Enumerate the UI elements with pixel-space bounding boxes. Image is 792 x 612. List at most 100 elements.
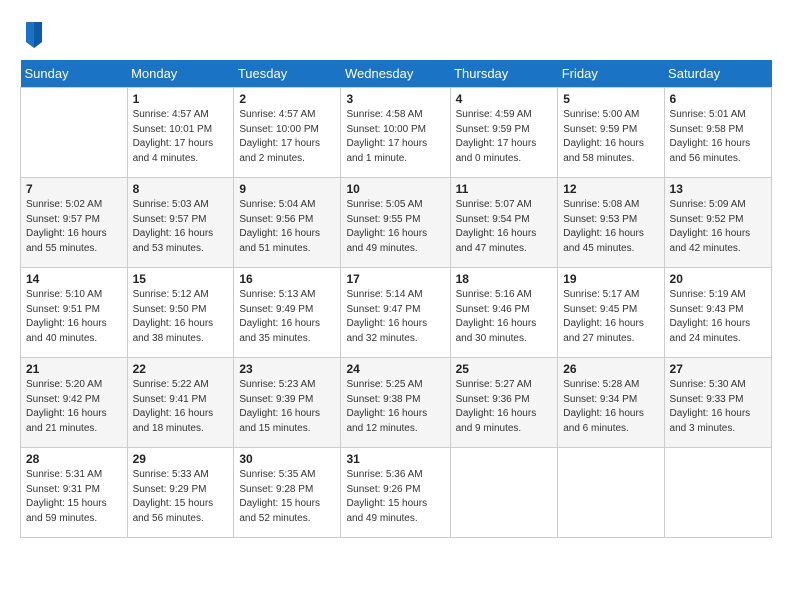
day-number: 16 bbox=[239, 272, 335, 286]
calendar-cell: 16 Sunrise: 5:13 AM Sunset: 9:49 PM Dayli… bbox=[234, 268, 341, 358]
day-info: Sunrise: 4:57 AM Sunset: 10:00 PM Daylig… bbox=[239, 108, 335, 166]
day-info: Sunrise: 5:27 AM Sunset: 9:36 PM Dayligh… bbox=[456, 378, 553, 436]
calendar-table: SundayMondayTuesdayWednesdayThursdayFrid… bbox=[20, 60, 772, 538]
calendar-week-row: 14Sunrise: 5:10 AM Sunset: 9:51 PM Dayli… bbox=[21, 268, 772, 358]
day-of-week-header: Friday bbox=[558, 60, 664, 88]
calendar-cell: 2Sunrise: 4:57 AM Sunset: 10:00 PM Dayli… bbox=[234, 88, 341, 178]
day-of-week-header: Wednesday bbox=[341, 60, 450, 88]
day-info: Sunrise: 5:33 AM Sunset: 9:29 PM Dayligh… bbox=[133, 468, 229, 526]
day-info: Sunrise: 5:03 AM Sunset: 9:57 PM Dayligh… bbox=[133, 198, 229, 256]
day-number: 24 bbox=[346, 362, 444, 376]
day-of-week-header: Saturday bbox=[664, 60, 771, 88]
calendar-week-row: 21 Sunrise: 5:20 AM Sunset: 9:42 PM Dayli… bbox=[21, 358, 772, 448]
calendar-cell: 20 Sunrise: 5:19 AM Sunset: 9:43 PM Dayli… bbox=[664, 268, 771, 358]
calendar-header-row: SundayMondayTuesdayWednesdayThursdayFrid… bbox=[21, 60, 772, 88]
day-number: 13 bbox=[670, 182, 766, 196]
day-number: 4 bbox=[456, 92, 553, 106]
day-number: 31 bbox=[346, 452, 444, 466]
day-of-week-header: Sunday bbox=[21, 60, 128, 88]
day-number: 19 bbox=[563, 272, 658, 286]
day-number: 8 bbox=[133, 182, 229, 196]
calendar-week-row: 1 Sunrise: 4:57 AM Sunset: 10:01 PM Dayli… bbox=[21, 88, 772, 178]
day-number: 29 bbox=[133, 452, 229, 466]
day-number: 21 bbox=[26, 362, 122, 376]
day-info: Sunrise: 5:07 AM Sunset: 9:54 PM Dayligh… bbox=[456, 198, 553, 256]
day-info: Sunrise: 5:17 AM Sunset: 9:45 PM Dayligh… bbox=[563, 288, 658, 346]
day-info: Sunrise: 5:04 AM Sunset: 9:56 PM Dayligh… bbox=[239, 198, 335, 256]
day-of-week-header: Tuesday bbox=[234, 60, 341, 88]
day-info: Sunrise: 5:00 AM Sunset: 9:59 PM Dayligh… bbox=[563, 108, 658, 166]
day-of-week-header: Monday bbox=[127, 60, 234, 88]
calendar-cell: 29 Sunrise: 5:33 AM Sunset: 9:29 PM Dayli… bbox=[127, 448, 234, 538]
calendar-cell: 28 Sunrise: 5:31 AM Sunset: 9:31 PM Dayli… bbox=[21, 448, 128, 538]
calendar-cell: 24 Sunrise: 5:25 AM Sunset: 9:38 PM Dayli… bbox=[341, 358, 450, 448]
day-number: 1 bbox=[133, 92, 229, 106]
day-info: Sunrise: 4:59 AM Sunset: 9:59 PM Dayligh… bbox=[456, 108, 553, 166]
day-number: 14 bbox=[26, 272, 122, 286]
day-info: Sunrise: 5:28 AM Sunset: 9:34 PM Dayligh… bbox=[563, 378, 658, 436]
day-number: 23 bbox=[239, 362, 335, 376]
calendar-cell: 30 Sunrise: 5:35 AM Sunset: 9:28 PM Dayli… bbox=[234, 448, 341, 538]
calendar-cell: 27 Sunrise: 5:30 AM Sunset: 9:33 PM Dayli… bbox=[664, 358, 771, 448]
day-info: Sunrise: 4:57 AM Sunset: 10:01 PM Daylig… bbox=[133, 108, 229, 166]
day-number: 30 bbox=[239, 452, 335, 466]
day-number: 12 bbox=[563, 182, 658, 196]
calendar-cell: 23 Sunrise: 5:23 AM Sunset: 9:39 PM Dayli… bbox=[234, 358, 341, 448]
day-number: 20 bbox=[670, 272, 766, 286]
day-info: Sunrise: 4:58 AM Sunset: 10:00 PM Daylig… bbox=[346, 108, 444, 166]
day-info: Sunrise: 5:02 AM Sunset: 9:57 PM Dayligh… bbox=[26, 198, 122, 256]
calendar-cell bbox=[664, 448, 771, 538]
day-number: 10 bbox=[346, 182, 444, 196]
calendar-cell: 11 Sunrise: 5:07 AM Sunset: 9:54 PM Dayli… bbox=[450, 178, 558, 268]
day-number: 15 bbox=[133, 272, 229, 286]
calendar-cell: 13Sunrise: 5:09 AM Sunset: 9:52 PM Dayli… bbox=[664, 178, 771, 268]
calendar-cell: 19 Sunrise: 5:17 AM Sunset: 9:45 PM Dayli… bbox=[558, 268, 664, 358]
calendar-cell: 7 Sunrise: 5:02 AM Sunset: 9:57 PM Daylig… bbox=[21, 178, 128, 268]
day-info: Sunrise: 5:36 AM Sunset: 9:26 PM Dayligh… bbox=[346, 468, 444, 526]
day-number: 18 bbox=[456, 272, 553, 286]
calendar-cell: 4 Sunrise: 4:59 AM Sunset: 9:59 PM Daylig… bbox=[450, 88, 558, 178]
day-number: 7 bbox=[26, 182, 122, 196]
day-number: 3 bbox=[346, 92, 444, 106]
day-of-week-header: Thursday bbox=[450, 60, 558, 88]
day-info: Sunrise: 5:01 AM Sunset: 9:58 PM Dayligh… bbox=[670, 108, 766, 166]
day-info: Sunrise: 5:16 AM Sunset: 9:46 PM Dayligh… bbox=[456, 288, 553, 346]
day-number: 17 bbox=[346, 272, 444, 286]
day-number: 11 bbox=[456, 182, 553, 196]
day-number: 22 bbox=[133, 362, 229, 376]
calendar-cell: 21 Sunrise: 5:20 AM Sunset: 9:42 PM Dayli… bbox=[21, 358, 128, 448]
calendar-cell: 14Sunrise: 5:10 AM Sunset: 9:51 PM Dayli… bbox=[21, 268, 128, 358]
day-info: Sunrise: 5:20 AM Sunset: 9:42 PM Dayligh… bbox=[26, 378, 122, 436]
calendar-cell bbox=[558, 448, 664, 538]
day-info: Sunrise: 5:12 AM Sunset: 9:50 PM Dayligh… bbox=[133, 288, 229, 346]
calendar-cell: 26Sunrise: 5:28 AM Sunset: 9:34 PM Dayli… bbox=[558, 358, 664, 448]
day-info: Sunrise: 5:35 AM Sunset: 9:28 PM Dayligh… bbox=[239, 468, 335, 526]
day-number: 5 bbox=[563, 92, 658, 106]
calendar-cell: 9 Sunrise: 5:04 AM Sunset: 9:56 PM Daylig… bbox=[234, 178, 341, 268]
day-info: Sunrise: 5:19 AM Sunset: 9:43 PM Dayligh… bbox=[670, 288, 766, 346]
logo bbox=[20, 20, 46, 50]
day-info: Sunrise: 5:23 AM Sunset: 9:39 PM Dayligh… bbox=[239, 378, 335, 436]
calendar-cell: 10 Sunrise: 5:05 AM Sunset: 9:55 PM Dayli… bbox=[341, 178, 450, 268]
day-number: 9 bbox=[239, 182, 335, 196]
calendar-week-row: 28 Sunrise: 5:31 AM Sunset: 9:31 PM Dayli… bbox=[21, 448, 772, 538]
calendar-cell: 3 Sunrise: 4:58 AM Sunset: 10:00 PM Dayli… bbox=[341, 88, 450, 178]
calendar-cell: 22 Sunrise: 5:22 AM Sunset: 9:41 PM Dayli… bbox=[127, 358, 234, 448]
calendar-cell: 8 Sunrise: 5:03 AM Sunset: 9:57 PM Daylig… bbox=[127, 178, 234, 268]
day-info: Sunrise: 5:13 AM Sunset: 9:49 PM Dayligh… bbox=[239, 288, 335, 346]
calendar-cell: 12Sunrise: 5:08 AM Sunset: 9:53 PM Dayli… bbox=[558, 178, 664, 268]
calendar-cell: 31 Sunrise: 5:36 AM Sunset: 9:26 PM Dayli… bbox=[341, 448, 450, 538]
calendar-cell bbox=[450, 448, 558, 538]
day-number: 28 bbox=[26, 452, 122, 466]
day-info: Sunrise: 5:14 AM Sunset: 9:47 PM Dayligh… bbox=[346, 288, 444, 346]
day-info: Sunrise: 5:22 AM Sunset: 9:41 PM Dayligh… bbox=[133, 378, 229, 436]
day-number: 25 bbox=[456, 362, 553, 376]
calendar-cell: 18 Sunrise: 5:16 AM Sunset: 9:46 PM Dayli… bbox=[450, 268, 558, 358]
page-header bbox=[20, 20, 772, 50]
day-info: Sunrise: 5:31 AM Sunset: 9:31 PM Dayligh… bbox=[26, 468, 122, 526]
day-info: Sunrise: 5:30 AM Sunset: 9:33 PM Dayligh… bbox=[670, 378, 766, 436]
day-info: Sunrise: 5:25 AM Sunset: 9:38 PM Dayligh… bbox=[346, 378, 444, 436]
day-number: 27 bbox=[670, 362, 766, 376]
logo-icon bbox=[22, 20, 46, 50]
day-info: Sunrise: 5:05 AM Sunset: 9:55 PM Dayligh… bbox=[346, 198, 444, 256]
